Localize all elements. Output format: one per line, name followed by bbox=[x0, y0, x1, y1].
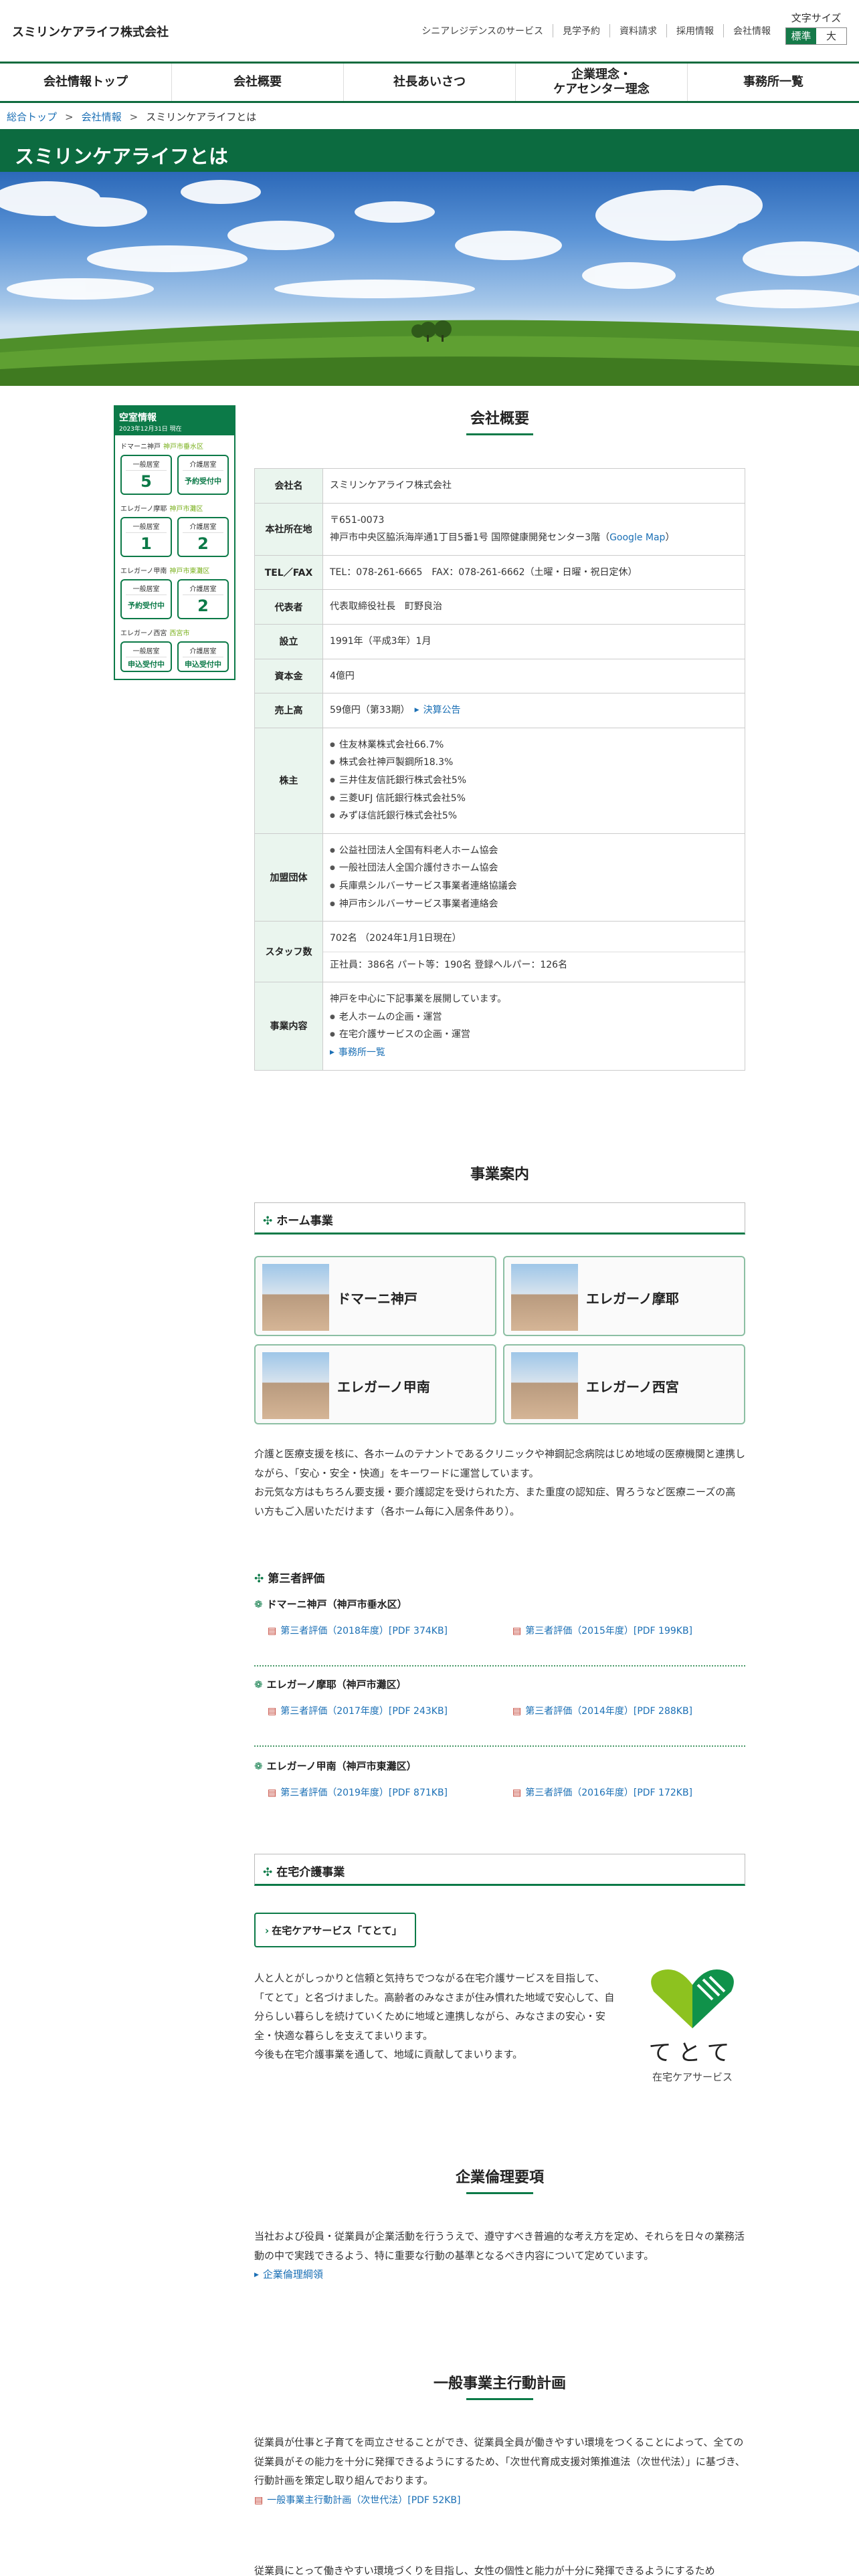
breadcrumb: 総合トップ > 会社情報 > スミリンケアライフとは bbox=[7, 111, 257, 123]
vacancy-title: 空室情報 bbox=[119, 413, 157, 423]
facility-photo bbox=[511, 1264, 578, 1331]
table-row: 設立 1991年（平成3年）1月 bbox=[254, 623, 745, 659]
page-title: スミリンケアライフとは bbox=[0, 129, 859, 172]
ethics-code-link[interactable]: 企業倫理綱領 bbox=[254, 2268, 323, 2280]
pdf-link[interactable]: 第三者評価（2019年度）[PDF 871KB] bbox=[268, 1786, 448, 1799]
vacancy-care: 介護居室 予約受付中 bbox=[177, 455, 229, 495]
vacancy-date: 2023年12月31日 現在 bbox=[119, 426, 182, 433]
util-link-company[interactable]: 会社情報 bbox=[723, 24, 780, 37]
vacancy-general: 一般居室 予約受付中 bbox=[120, 579, 172, 619]
table-row: 株主 住友林業株式会社66.7%株式会社神戸製鋼所18.3%三井住友信託銀行株式… bbox=[254, 727, 745, 834]
home-business-text: 介護と医療支援を核に、各ホームのテナントであるクリニックや神鋼記念病院はじめ地域… bbox=[254, 1448, 745, 1517]
action-plan-pdf-link[interactable]: 一般事業主行動計画（次世代法）[PDF 52KB] bbox=[254, 2495, 460, 2506]
table-row: 売上高59億円（第33期） 決算公告 bbox=[254, 693, 745, 728]
vacancy-facility[interactable]: ドマーニ神戸 神戸市垂水区 一般居室 5 介護居室 予約受付中 bbox=[115, 435, 234, 498]
evaluation-facility: ❁ ドマーニ神戸（神戸市垂水区） bbox=[254, 1598, 407, 1610]
site-logo[interactable]: スミリンケアライフ株式会社 bbox=[12, 23, 169, 40]
nav-company-overview[interactable]: 会社概要 bbox=[171, 64, 343, 101]
facility-photo bbox=[511, 1352, 578, 1419]
vacancy-facility[interactable]: エレガーノ摩耶 神戸市灘区 一般居室 1 介護居室 2 bbox=[115, 498, 234, 560]
font-size-label: 文字サイズ bbox=[791, 12, 842, 24]
global-nav: 会社情報トップ 会社概要 社長あいさつ 企業理念・ ケアセンター理念 事務所一覧 bbox=[0, 62, 859, 103]
util-link-brochure[interactable]: 資料請求 bbox=[609, 24, 666, 37]
facility-card-domani[interactable]: ドマーニ神戸 bbox=[254, 1256, 496, 1336]
action-plan-text: 従業員が仕事と子育てを両立させることができ、従業員全員が働きやすい環境をつくるこ… bbox=[254, 2433, 745, 2509]
vacancy-care: 介護居室 2 bbox=[177, 579, 229, 619]
vacancy-facility[interactable]: エレガーノ西宮 西宮市 一般居室 申込受付中 介護居室 申込受付中 bbox=[115, 622, 234, 679]
pdf-link[interactable]: 第三者評価（2018年度）[PDF 374KB] bbox=[268, 1624, 448, 1637]
company-table: 会社名 スミリンケアライフ株式会社 本社所在地 〒651-0073 神戸市中央区脇浜海… bbox=[254, 468, 745, 1071]
table-row: 事業内容神戸を中心に下記事業を展開しています。老人ホームの企画・運営在宅介護サー… bbox=[254, 982, 745, 1071]
facility-card-konan[interactable]: エレガーノ甲南 bbox=[254, 1344, 496, 1424]
hero-image bbox=[0, 172, 859, 386]
table-row: 代表者 代表取締役社長 町野良治 bbox=[254, 589, 745, 625]
vacancy-care: 介護居室 申込受付中 bbox=[177, 641, 229, 672]
util-link-services[interactable]: シニアレジデンスのサービス bbox=[412, 24, 553, 37]
pdf-link[interactable]: 第三者評価（2014年度）[PDF 288KB] bbox=[512, 1704, 692, 1717]
vacancy-general: 一般居室 1 bbox=[120, 517, 172, 557]
facility-card-nishinomiya[interactable]: エレガーノ西宮 bbox=[503, 1344, 745, 1424]
table-row: TEL／FAX TEL：078-261-6665 FAX：078-261-6662… bbox=[254, 554, 745, 591]
section-title-action-plan: 一般事業主行動計画 bbox=[254, 2371, 745, 2400]
vacancy-care: 介護居室 2 bbox=[177, 517, 229, 557]
nav-company-top[interactable]: 会社情報トップ bbox=[0, 64, 171, 101]
financial-notice-link[interactable]: 決算公告 bbox=[415, 705, 461, 716]
table-row: 資本金 4億円 bbox=[254, 658, 745, 694]
pdf-link[interactable]: 第三者評価（2016年度）[PDF 172KB] bbox=[512, 1786, 692, 1799]
breadcrumb-company[interactable]: 会社情報 bbox=[82, 111, 122, 123]
evaluation-facility: ❁ エレガーノ摩耶（神戸市灘区） bbox=[254, 1679, 407, 1691]
homecare-text: 人と人とがしっかりと信頼と気持ちでつながる在宅介護サービスを目指して、 「てとて」… bbox=[254, 1972, 615, 2060]
section-title-company: 会社概要 bbox=[254, 407, 745, 435]
utility-nav: シニアレジデンスのサービス 見学予約 資料請求 採用情報 会社情報 bbox=[412, 24, 780, 37]
breadcrumb-home[interactable]: 総合トップ bbox=[7, 111, 57, 123]
nav-office-list[interactable]: 事務所一覧 bbox=[687, 64, 859, 101]
facility-photo bbox=[262, 1352, 329, 1419]
pdf-link[interactable]: 第三者評価（2015年度）[PDF 199KB] bbox=[512, 1624, 692, 1637]
heart-hands-icon bbox=[651, 1969, 734, 2028]
facility-photo bbox=[262, 1264, 329, 1331]
subhead-homecare: ✣ 在宅介護事業 bbox=[254, 1854, 745, 1886]
pdf-link[interactable]: 第三者評価（2017年度）[PDF 243KB] bbox=[268, 1704, 448, 1717]
vacancy-general: 一般居室 申込受付中 bbox=[120, 641, 172, 672]
ethics-text: 当社および役員・従業員が企業活動を行ううえで、遵守すべき普遍的な考え方を定め、そ… bbox=[254, 2227, 745, 2284]
breadcrumb-current: スミリンケアライフとは bbox=[146, 111, 257, 123]
vacancy-general: 一般居室 5 bbox=[120, 455, 172, 495]
evaluation-heading: ✣ 第三者評価 bbox=[254, 1572, 325, 1586]
vacancy-facility[interactable]: エレガーノ甲南 神戸市東灘区 一般居室 予約受付中 介護居室 2 bbox=[115, 560, 234, 622]
font-size-switcher: 文字サイズ 標準 大 bbox=[785, 11, 847, 45]
evaluation-facility: ❁ エレガーノ甲南（神戸市東灘区） bbox=[254, 1760, 417, 1772]
vacancy-widget: 空室情報 2023年12月31日 現在 ドマーニ神戸 神戸市垂水区 一般居室 5 介… bbox=[114, 405, 235, 680]
font-size-large-button[interactable]: 大 bbox=[816, 28, 846, 44]
office-list-link[interactable]: 事務所一覧 bbox=[330, 1047, 385, 1058]
subhead-home-business: ✣ ホーム事業 bbox=[254, 1202, 745, 1235]
nav-philosophy[interactable]: 企業理念・ ケアセンター理念 bbox=[515, 64, 687, 101]
facility-card-maya[interactable]: エレガーノ摩耶 bbox=[503, 1256, 745, 1336]
tetote-service-button[interactable]: › 在宅ケアサービス「てとて」 bbox=[254, 1913, 416, 1947]
util-link-tour[interactable]: 見学予約 bbox=[553, 24, 609, 37]
tetote-logo: てとて 在宅ケアサービス bbox=[642, 1965, 743, 2085]
section-title-business: 事業案内 bbox=[470, 1166, 529, 1183]
action-plan-text-2: 従業員にとって働きやすい環境づくりを目指し、女性の個性と能力が十分に発揮できるよ… bbox=[254, 2565, 715, 2576]
table-row: スタッフ数 702名 （2024年1月1日現在） 正社員：386名 パート等：190… bbox=[254, 921, 745, 983]
font-size-standard-button[interactable]: 標準 bbox=[786, 28, 816, 44]
table-row: 会社名 スミリンケアライフ株式会社 bbox=[254, 468, 745, 504]
table-row: 加盟団体 公益社団法人全国有料老人ホーム協会一般社団法人全国介護付きホーム協会兵… bbox=[254, 833, 745, 922]
util-link-recruit[interactable]: 採用情報 bbox=[666, 24, 723, 37]
section-title-ethics: 企業倫理要項 bbox=[254, 2165, 745, 2194]
nav-president-message[interactable]: 社長あいさつ bbox=[343, 64, 515, 101]
table-row: 本社所在地 〒651-0073 神戸市中央区脇浜海岸通1丁目5番1号 国際健康開発セ… bbox=[254, 502, 745, 556]
site-header: スミリンケアライフ株式会社 シニアレジデンスのサービス 見学予約 資料請求 採用… bbox=[0, 0, 859, 62]
google-map-link[interactable]: Google Map bbox=[609, 532, 665, 543]
